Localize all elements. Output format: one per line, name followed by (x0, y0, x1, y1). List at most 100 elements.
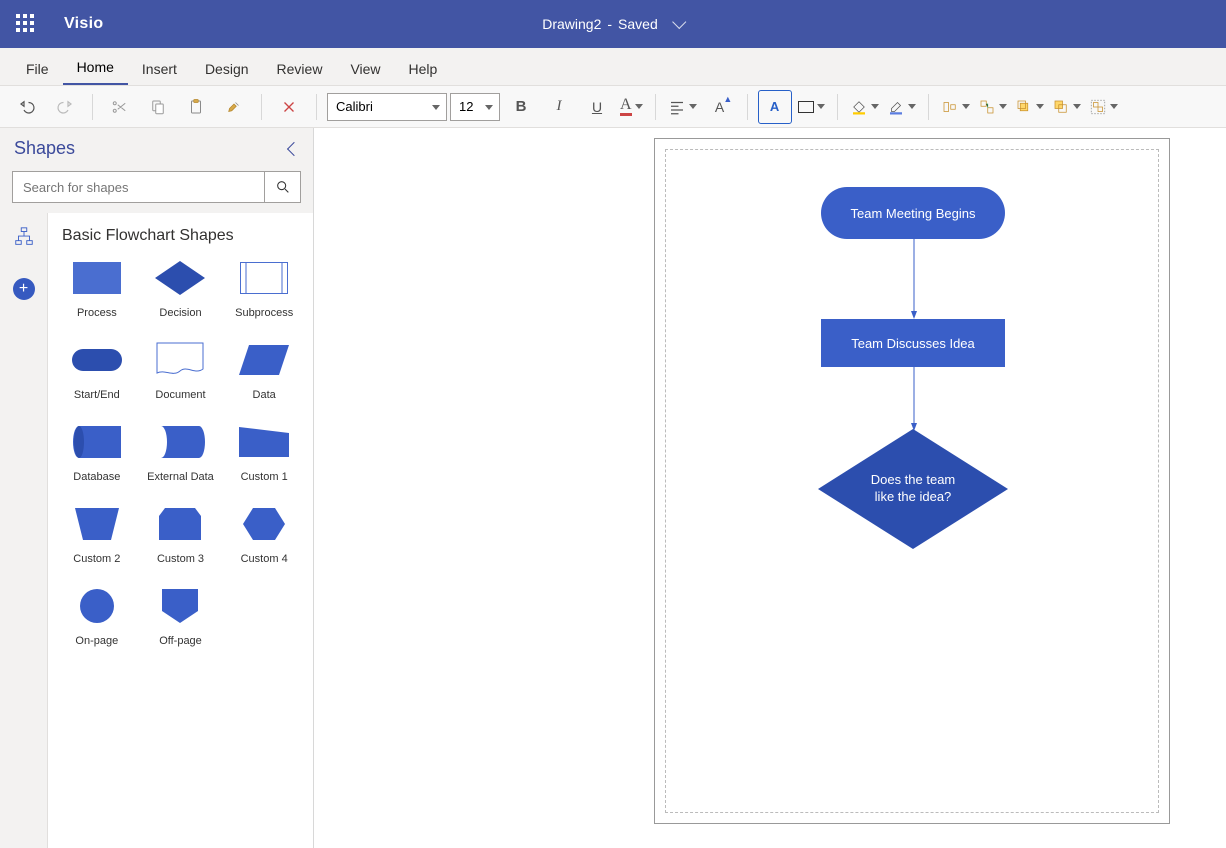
ribbon-tab-bar: File Home Insert Design Review View Help (0, 48, 1226, 86)
undo-button[interactable] (10, 90, 44, 124)
shape-outline-button[interactable] (796, 97, 827, 117)
shape-label: Custom 3 (157, 553, 204, 565)
shape-label: Decision (159, 307, 201, 319)
bring-front-button[interactable] (1013, 94, 1046, 120)
x-icon (280, 98, 298, 116)
connector[interactable] (911, 239, 917, 319)
shape-custom3[interactable]: Custom 3 (142, 505, 220, 565)
data-icon (236, 341, 292, 379)
group-icon (1089, 98, 1107, 116)
group-button[interactable] (1087, 94, 1120, 120)
font-color-icon: A (620, 97, 632, 116)
stencil-flowchart-button[interactable] (10, 223, 38, 251)
underline-icon: U (592, 99, 602, 115)
shape-data[interactable]: Data (225, 341, 303, 401)
collapse-panel-icon[interactable] (287, 141, 301, 155)
highlight-button[interactable] (885, 94, 918, 120)
shapes-body: + Basic Flowchart Shapes Process Decisio… (0, 213, 313, 848)
stencil: Basic Flowchart Shapes Process Decision … (48, 213, 313, 848)
document-title[interactable]: Drawing2 - Saved (542, 16, 684, 32)
bold-button[interactable]: B (504, 90, 538, 124)
underline-button[interactable]: U (580, 90, 614, 124)
shape-label: Custom 4 (241, 553, 288, 565)
decision-icon (152, 259, 208, 297)
shape-search (12, 171, 301, 203)
drawing-canvas[interactable]: Team Meeting Begins Team Discusses Idea (314, 128, 1226, 848)
plus-icon: + (13, 278, 35, 300)
increase-font-button[interactable]: A▲ (703, 90, 737, 124)
shape-decision[interactable]: Decision (142, 259, 220, 319)
font-name-input[interactable] (327, 93, 447, 121)
offpage-icon (152, 587, 208, 625)
chevron-down-icon (635, 104, 643, 109)
content-area: Shapes + (0, 128, 1226, 848)
separator (928, 94, 929, 120)
align-button[interactable] (666, 94, 699, 120)
separator (316, 94, 317, 120)
tab-insert[interactable]: Insert (128, 51, 191, 85)
shape-process[interactable]: Process (58, 259, 136, 319)
chevron-down-icon (1036, 104, 1044, 109)
shape-document[interactable]: Document (142, 341, 220, 401)
flowchart-node-process[interactable]: Team Discusses Idea (821, 319, 1005, 367)
add-stencil-button[interactable]: + (10, 275, 38, 303)
paste-button[interactable] (179, 90, 213, 124)
tab-review[interactable]: Review (263, 51, 337, 85)
cut-button[interactable] (103, 90, 137, 124)
redo-button[interactable] (48, 90, 82, 124)
flowchart-node-start[interactable]: Team Meeting Begins (821, 187, 1005, 239)
search-icon (275, 179, 291, 195)
shape-custom1[interactable]: Custom 1 (225, 423, 303, 483)
arrange-position-button[interactable] (976, 94, 1009, 120)
font-size-input[interactable] (450, 93, 500, 121)
tab-design[interactable]: Design (191, 51, 263, 85)
format-painter-button[interactable] (217, 90, 251, 124)
app-launcher-icon[interactable] (16, 14, 36, 34)
shape-label: Document (155, 389, 205, 401)
font-grow-icon: A▲ (715, 99, 724, 115)
arrange-align-button[interactable] (939, 94, 972, 120)
shape-onpage[interactable]: On-page (58, 587, 136, 647)
tab-help[interactable]: Help (395, 51, 452, 85)
tab-home[interactable]: Home (63, 49, 128, 85)
copy-button[interactable] (141, 90, 175, 124)
shape-start-end[interactable]: Start/End (58, 341, 136, 401)
document-name: Drawing2 (542, 16, 601, 32)
shape-custom2[interactable]: Custom 2 (58, 505, 136, 565)
flowchart-node-decision[interactable]: Does the team like the idea? (818, 429, 1008, 549)
shape-search-input[interactable] (13, 172, 264, 202)
node-text: Team Meeting Begins (850, 206, 975, 221)
node-text-line1: Does the team (871, 472, 956, 487)
shape-custom4[interactable]: Custom 4 (225, 505, 303, 565)
chevron-down-icon (908, 104, 916, 109)
process-icon (69, 259, 125, 297)
tab-file[interactable]: File (12, 51, 63, 85)
italic-button[interactable]: I (542, 90, 576, 124)
shape-search-button[interactable] (264, 172, 300, 202)
shape-external-data[interactable]: External Data (142, 423, 220, 483)
chevron-down-icon (871, 104, 879, 109)
shape-database[interactable]: Database (58, 423, 136, 483)
copy-icon (149, 98, 167, 116)
onpage-icon (69, 587, 125, 625)
scissors-icon (111, 98, 129, 116)
title-bar: Visio Drawing2 - Saved (0, 0, 1226, 48)
shape-label: Custom 2 (73, 553, 120, 565)
fill-color-button[interactable] (848, 94, 881, 120)
shape-grid: Process Decision Subprocess Start/End (58, 259, 303, 647)
text-block-button[interactable]: A (758, 90, 792, 124)
send-back-button[interactable] (1050, 94, 1083, 120)
bold-icon: B (516, 98, 527, 115)
chevron-down-icon (689, 104, 697, 109)
connector[interactable] (911, 367, 917, 431)
font-color-button[interactable]: A (618, 93, 645, 120)
tab-view[interactable]: View (336, 51, 394, 85)
document-icon (152, 341, 208, 379)
delete-button[interactable] (272, 90, 306, 124)
custom4-icon (236, 505, 292, 543)
shape-subprocess[interactable]: Subprocess (225, 259, 303, 319)
shape-label: Off-page (159, 635, 202, 647)
shape-offpage[interactable]: Off-page (142, 587, 220, 647)
shape-label: Process (77, 307, 117, 319)
ribbon: B I U A A▲ A (0, 86, 1226, 128)
